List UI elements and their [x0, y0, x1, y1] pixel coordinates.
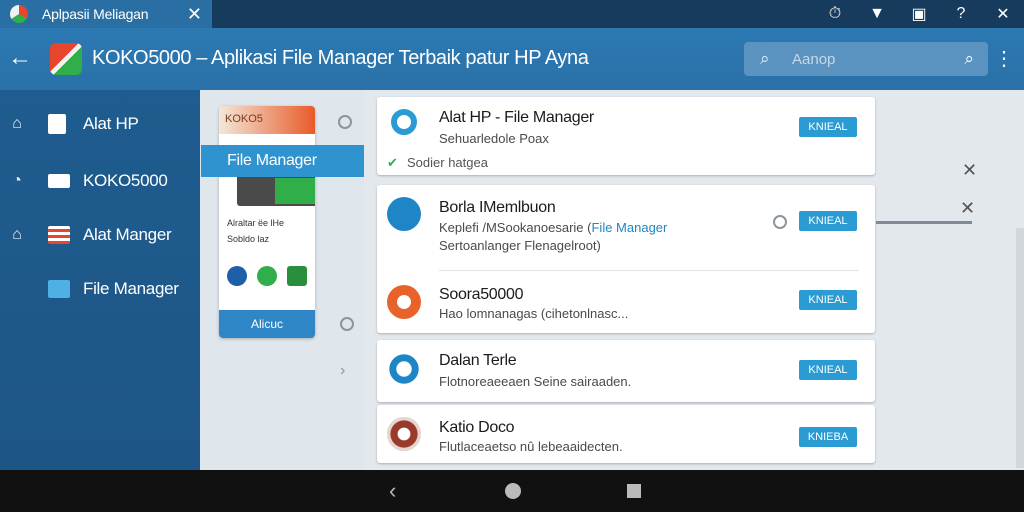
list-card: Katio Doco Flutlaceaetso nû lebeaaidecte…	[377, 405, 875, 463]
browser-tab[interactable]: Aplpasii Meliagan ✕	[0, 0, 212, 28]
progress-line	[876, 221, 972, 224]
list-card: Dalan Terle Flotnoreaeeaen Seine sairaad…	[377, 340, 875, 402]
list-item[interactable]: Soora50000 Hao lomnanagas (cihetonlnasc.…	[377, 271, 875, 333]
folder-icon	[48, 280, 70, 298]
sidebar-item-alat-hp[interactable]: ⌂ Alat HP	[0, 104, 200, 144]
preview-button[interactable]: Alicuc	[219, 310, 315, 338]
share-icons	[227, 266, 307, 286]
facebook-icon[interactable]	[227, 266, 247, 286]
page-title: KOKO5000 – Aplikasi File Manager Terbaik…	[92, 47, 589, 69]
item-subtitle: Flutlaceaetso nû lebeaaidecten.	[439, 439, 623, 454]
more-vert-icon[interactable]: ⋮	[994, 46, 1014, 71]
status-bar: Aplpasii Meliagan ✕ ⏱ ▼ ▣ ? ✕	[0, 0, 1024, 28]
close-icon[interactable]: ✕	[962, 160, 977, 181]
list-item[interactable]: Katio Doco Flutlaceaetso nû lebeaaidecte…	[377, 405, 875, 463]
item-subtitle: Keplefi /MSookanoesarie (File Manager	[439, 220, 668, 235]
settings-icon[interactable]	[773, 215, 787, 229]
system-nav-bar: ‹	[0, 470, 1024, 512]
check-icon: ✔	[387, 155, 398, 170]
home-icon: ⌂	[12, 226, 22, 243]
install-button[interactable]: KNIEAL	[799, 117, 857, 137]
list-card: Alat HP - File Manager Sehuarledole Poax…	[377, 97, 875, 175]
file-manager-highlight[interactable]: File Manager	[201, 145, 364, 177]
install-button[interactable]: KNIEAL	[799, 360, 857, 380]
system-icons: ⏱ ▼ ▣ ? ✕	[824, 3, 1014, 25]
sidebar-item-file-manager[interactable]: File Manager	[0, 269, 200, 309]
sidebar-item-label: Alat HP	[83, 114, 139, 133]
nav-recents-icon[interactable]	[627, 484, 641, 498]
tab-title: Aplpasii Meliagan	[42, 6, 149, 22]
sidebar-item-koko5000[interactable]: ◔ KOKO5000	[0, 161, 200, 201]
alarm-icon[interactable]: ⏱	[824, 5, 846, 23]
search-icon[interactable]: ⌕	[964, 49, 974, 69]
nav-home-icon[interactable]	[505, 483, 521, 499]
item-subtitle: Sertoanlanger Flenagelroot)	[439, 238, 601, 253]
search-input[interactable]	[792, 50, 942, 68]
item-title: Soora50000	[439, 286, 524, 303]
close-icon[interactable]: ✕	[992, 4, 1014, 24]
item-title: Dalan Terle	[439, 352, 517, 369]
item-subtitle: Sehuarledole Poax	[439, 131, 549, 146]
play-store-icon[interactable]	[287, 266, 307, 286]
sidebar-item-alat-manger[interactable]: ⌂ Alat Manger	[0, 215, 200, 255]
nfc-icon[interactable]: ▣	[908, 4, 930, 24]
item-status: Sodier hatgea	[407, 155, 488, 170]
app-icon	[387, 285, 421, 319]
preview-text: Sobldo laz	[227, 234, 270, 244]
mail-icon	[48, 174, 70, 188]
circle-icon[interactable]	[340, 317, 354, 331]
sidebar-item-label: Alat Manger	[83, 225, 172, 244]
app-preview-card[interactable]: KOKO5 Alraltar ëe lHe Sobldo laz Alicuc	[219, 106, 315, 338]
wifi-icon[interactable]: ▼	[866, 5, 888, 23]
scrollbar[interactable]	[1016, 228, 1024, 468]
chevron-right-icon[interactable]: ›	[340, 362, 345, 380]
install-button[interactable]: KNIEAL	[799, 290, 857, 310]
app-bar: ← KOKO5000 – Aplikasi File Manager Terba…	[0, 28, 1024, 90]
preview-image-accent	[275, 178, 315, 204]
clock-icon: ◔	[12, 172, 22, 189]
sidebar-item-label: KOKO5000	[83, 171, 168, 190]
item-title: Katio Doco	[439, 419, 515, 436]
list-card: Borla IMemlbuon Keplefi /MSookanoesarie …	[377, 185, 875, 333]
item-title: Borla IMemlbuon	[439, 199, 556, 216]
install-button[interactable]: KNIEAL	[799, 211, 857, 231]
close-icon[interactable]: ✕	[960, 198, 975, 219]
nav-back-icon[interactable]: ‹	[389, 478, 396, 504]
sidebar-item-label: File Manager	[83, 279, 179, 298]
app-icon	[391, 109, 417, 135]
sidebar: ⌂ Alat HP ◔ KOKO5000 ⌂ Alat Manger File …	[0, 90, 200, 470]
close-icon[interactable]: ✕	[187, 3, 202, 25]
item-title: Alat HP - File Manager	[439, 109, 594, 126]
app-logo-icon	[10, 5, 28, 23]
list-item[interactable]: Borla IMemlbuon Keplefi /MSookanoesarie …	[377, 185, 875, 269]
app-icon	[387, 352, 421, 386]
list-item[interactable]: Alat HP - File Manager Sehuarledole Poax…	[377, 97, 875, 175]
list-icon	[48, 226, 70, 244]
tools-icon	[48, 114, 66, 134]
item-subtitle: Flotnoreaeeaen Seine sairaaden.	[439, 374, 632, 389]
preview-header: KOKO5	[219, 106, 315, 134]
refresh-icon[interactable]	[338, 115, 352, 129]
search-icon[interactable]: ⌕	[760, 49, 770, 69]
list-item[interactable]: Dalan Terle Flotnoreaeeaen Seine sairaad…	[377, 340, 875, 402]
app-logo	[50, 43, 82, 75]
search-box[interactable]: ⌕ ⌕	[744, 42, 988, 76]
preview-text: Alraltar ëe lHe	[227, 218, 285, 228]
item-subtitle: Hao lomnanagas (cihetonlnasc...	[439, 306, 629, 321]
twitter-icon[interactable]	[257, 266, 277, 286]
home-icon: ⌂	[12, 115, 22, 132]
help-icon[interactable]: ?	[950, 5, 972, 23]
app-icon	[387, 417, 421, 451]
install-button[interactable]: KNIEBA	[799, 427, 857, 447]
back-arrow-icon[interactable]: ←	[8, 44, 32, 72]
app-icon	[387, 197, 421, 231]
